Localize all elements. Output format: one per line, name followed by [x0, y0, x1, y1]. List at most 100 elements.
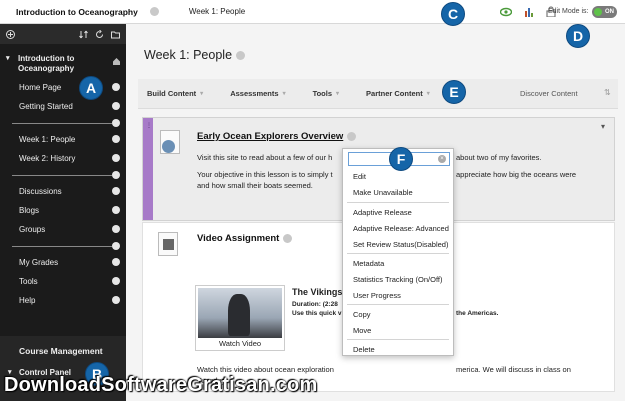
breadcrumb-page[interactable]: Week 1: People [189, 7, 245, 16]
selected-item-stripe: ⋮ [143, 118, 153, 220]
item-text: Visit this site to read about a few of o… [197, 153, 333, 162]
sidebar-divider [0, 239, 126, 253]
build-content-menu[interactable]: Build Content ▾ [147, 89, 203, 98]
menu-divider [347, 304, 449, 305]
menu-item-delete[interactable]: Delete [353, 345, 375, 354]
chevron-down-icon[interactable] [236, 50, 246, 60]
video-thumbnail[interactable]: Watch Video [195, 285, 285, 351]
video-description: Use this quick v [292, 310, 342, 317]
page-title: Week 1: People [144, 48, 246, 62]
clear-icon[interactable]: × [438, 155, 446, 163]
edit-mode-toggle[interactable]: ON [592, 6, 617, 18]
sidebar-item-week-1[interactable]: Week 1: People [0, 130, 126, 149]
item-collapse-icon[interactable]: ▾ [601, 122, 605, 131]
chevron-down-icon: ▾ [426, 91, 430, 97]
sidebar-item-label: Help [19, 296, 36, 305]
menu-item-adaptive-release-advanced[interactable]: Adaptive Release: Advanced [353, 224, 449, 233]
menu-item-move[interactable]: Move [353, 326, 371, 335]
chevron-down-icon[interactable] [283, 234, 293, 243]
sidebar-item-groups[interactable]: Groups [0, 220, 126, 239]
sidebar-toolbar-icons [79, 29, 120, 39]
item-options-icon[interactable] [112, 154, 120, 162]
chart-icon[interactable] [524, 7, 534, 17]
item-options-icon[interactable] [112, 225, 120, 233]
item-options-icon[interactable] [112, 206, 120, 214]
callout-c: C [441, 2, 465, 26]
menu-item-adaptive-release[interactable]: Adaptive Release [353, 208, 412, 217]
item-options-icon[interactable] [112, 296, 120, 304]
action-label: Assessments [230, 89, 279, 98]
top-bar: Introduction to Oceanography Week 1: Peo… [0, 0, 625, 24]
item-options-icon[interactable] [112, 83, 120, 91]
video-title: The Vikings [292, 287, 343, 297]
menu-item-set-review-status[interactable]: Set Review Status(Disabled) [353, 240, 448, 249]
sidebar-item-tools[interactable]: Tools [0, 272, 126, 291]
item-context-menu: × Edit Make Unavailable Adaptive Release… [342, 148, 454, 356]
course-management-title: Course Management [19, 346, 103, 356]
partner-content-menu[interactable]: Partner Content ▾ [366, 89, 430, 98]
eye-icon[interactable] [500, 7, 512, 17]
sidebar-item-help[interactable]: Help [0, 291, 126, 310]
edit-mode-label: Edit Mode is: [548, 8, 589, 15]
sidebar-item-label: Discussions [19, 187, 62, 196]
sidebar-item-blogs[interactable]: Blogs [0, 201, 126, 220]
item-options-icon[interactable] [112, 258, 120, 266]
sidebar-item-my-grades[interactable]: My Grades [0, 253, 126, 272]
action-bar: Build Content ▾ Assessments ▾ Tools ▾ Partn… [138, 79, 618, 109]
item-options-icon[interactable] [112, 277, 120, 285]
sidebar-item-label: Getting Started [19, 102, 73, 111]
sidebar-item-label: Week 2: History [19, 154, 76, 163]
course-menu-sidebar: Introduction to Oceanography Home Page G… [0, 24, 126, 401]
tools-menu[interactable]: Tools ▾ [313, 89, 339, 98]
web-link-icon [160, 130, 180, 154]
menu-item-edit[interactable]: Edit [353, 172, 366, 181]
refresh-icon[interactable] [95, 29, 104, 39]
menu-divider [347, 202, 449, 203]
sidebar-item-label: Week 1: People [19, 135, 76, 144]
menu-item-copy[interactable]: Copy [353, 310, 371, 319]
sidebar-item-getting-started[interactable]: Getting Started [0, 97, 126, 116]
sidebar-toolbar [0, 24, 126, 44]
drag-handle-icon[interactable]: ⋮ [146, 122, 152, 129]
chevron-down-icon[interactable] [347, 132, 357, 141]
add-icon[interactable] [6, 29, 15, 39]
folder-icon[interactable] [111, 30, 120, 39]
course-title-link[interactable]: Introduction to Oceanography [16, 7, 138, 17]
action-label: Tools [312, 89, 333, 98]
chevron-down-icon[interactable] [149, 7, 159, 16]
item-options-icon[interactable] [112, 135, 120, 143]
callout-e: E [442, 80, 466, 104]
menu-item-statistics-tracking[interactable]: Statistics Tracking (On/Off) [353, 275, 442, 284]
page-title-text: Week 1: People [144, 48, 233, 62]
assessments-menu[interactable]: Assessments ▾ [230, 89, 285, 98]
sidebar-item-label: Groups [19, 225, 46, 234]
menu-item-make-unavailable[interactable]: Make Unavailable [353, 188, 413, 197]
sort-arrows-icon[interactable] [79, 30, 88, 39]
item-title-text: Video Assignment [197, 233, 280, 244]
item-options-icon[interactable] [112, 102, 120, 110]
item-text: merica. We will discuss in class on [456, 365, 571, 374]
sidebar-item-home-page[interactable]: Home Page [0, 78, 126, 97]
chevron-down-icon: ▾ [282, 91, 286, 97]
callout-f: F [389, 147, 413, 171]
item-text: about two of my favorites. [456, 153, 542, 162]
sidebar-item-label: Blogs [19, 206, 40, 215]
sidebar-course-name[interactable]: Introduction to Oceanography [0, 44, 126, 78]
item-text: appreciate how big the oceans were [456, 170, 577, 179]
sidebar-item-discussions[interactable]: Discussions [0, 182, 126, 201]
sidebar-item-label: Home Page [19, 83, 62, 92]
sidebar-divider [0, 168, 126, 182]
sidebar-item-week-2[interactable]: Week 2: History [0, 149, 126, 168]
action-label: Build Content [147, 89, 197, 98]
item-title-link[interactable]: Early Ocean Explorers Overview [197, 131, 343, 142]
menu-divider [347, 253, 449, 254]
menu-item-user-progress[interactable]: User Progress [353, 291, 401, 300]
menu-item-metadata[interactable]: Metadata [353, 259, 384, 268]
watch-video-button[interactable]: Watch Video [196, 339, 284, 348]
item-options-icon[interactable] [112, 187, 120, 195]
discover-content-link[interactable]: Discover Content [520, 89, 578, 98]
video-icon [158, 232, 178, 256]
viking-statue-image [198, 288, 282, 338]
reorder-icon[interactable]: ⇅ [604, 88, 611, 97]
item-title: Video Assignment [197, 233, 293, 244]
